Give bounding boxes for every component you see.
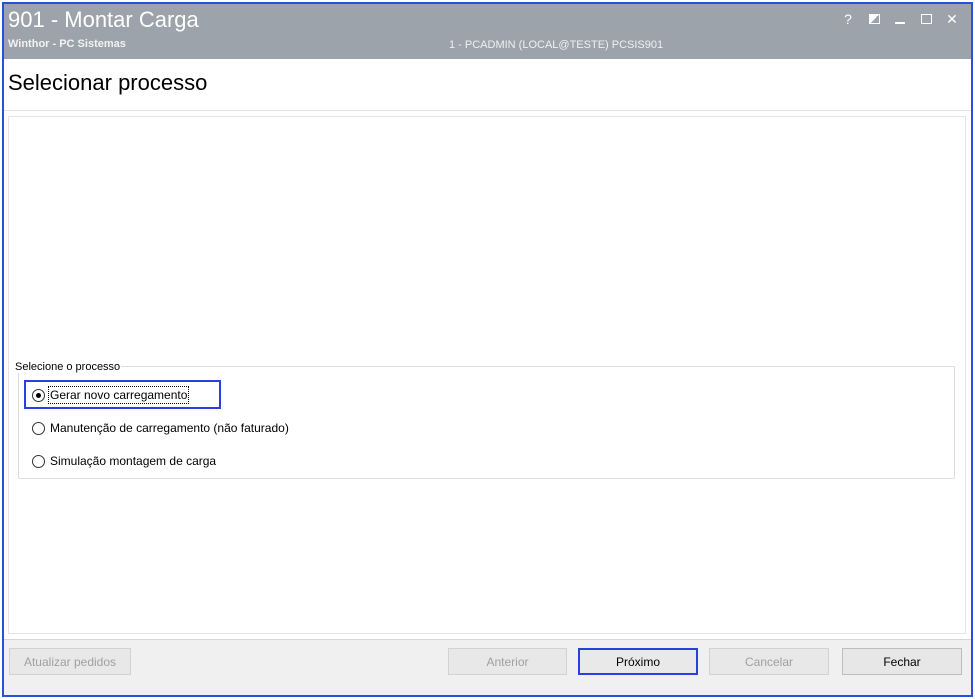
close-glyph: ✕ xyxy=(946,10,958,27)
proximo-button[interactable]: Próximo xyxy=(578,648,698,675)
main-content: Selecionar processo Selecione o processo… xyxy=(4,59,971,639)
page-title: Selecionar processo xyxy=(8,70,208,95)
window-title: 901 - Montar Carga xyxy=(8,7,199,32)
fechar-button[interactable]: Fechar xyxy=(842,648,962,675)
help-icon[interactable]: ? xyxy=(837,10,859,28)
help-glyph: ? xyxy=(844,11,852,27)
app-window: 901 - Montar Carga Winthor - PC Sistemas… xyxy=(2,2,973,697)
radio-gerar-novo-carregamento[interactable]: Gerar novo carregamento xyxy=(32,386,190,404)
radio-unchecked-icon[interactable] xyxy=(32,454,45,468)
atualizar-pedidos-button[interactable]: Atualizar pedidos xyxy=(9,648,131,675)
process-group-legend: Selecione o processo xyxy=(14,361,122,373)
radio-label: Simulação montagem de carga xyxy=(50,454,217,468)
user-info: 1 - PCADMIN (LOCAL@TESTE) PCSIS901 xyxy=(449,39,664,51)
window-subtitle: Winthor - PC Sistemas xyxy=(8,38,126,50)
status-strip xyxy=(4,682,971,695)
radio-simulacao-montagem[interactable]: Simulação montagem de carga xyxy=(32,454,216,468)
radio-checked-icon[interactable] xyxy=(32,388,45,402)
radio-manutencao-carregamento[interactable]: Manutenção de carregamento (não faturado… xyxy=(32,421,289,435)
minimize-icon[interactable] xyxy=(889,10,911,28)
radio-unchecked-icon[interactable] xyxy=(32,421,45,435)
close-icon[interactable]: ✕ xyxy=(941,10,963,28)
window-controls: ? ✕ xyxy=(833,10,963,28)
maximize-icon[interactable] xyxy=(915,10,937,28)
restore-icon[interactable] xyxy=(863,10,885,28)
radio-label: Manutenção de carregamento (não faturado… xyxy=(50,421,289,435)
anterior-button[interactable]: Anterior xyxy=(448,648,567,675)
cancelar-button[interactable]: Cancelar xyxy=(709,648,829,675)
footer-toolbar: Atualizar pedidos Anterior Próximo Cance… xyxy=(4,639,971,695)
heading-divider xyxy=(4,110,971,111)
title-bar[interactable]: 901 - Montar Carga Winthor - PC Sistemas… xyxy=(4,4,971,59)
radio-label: Gerar novo carregamento xyxy=(47,386,190,404)
